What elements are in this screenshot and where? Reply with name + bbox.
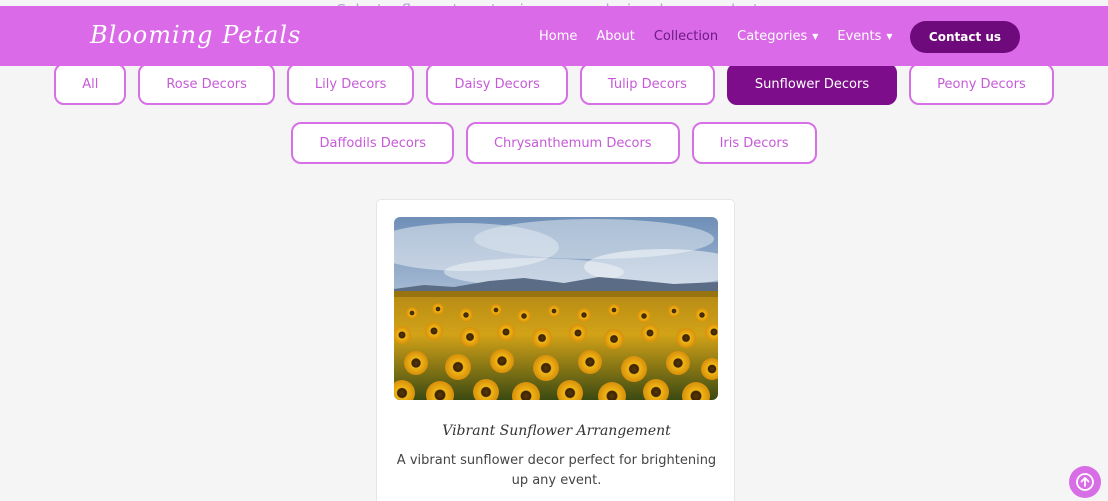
filter-tulip[interactable]: Tulip Decors: [579, 63, 715, 105]
nav-home-label: Home: [539, 28, 578, 44]
sunflower-field-image: [394, 217, 718, 400]
product-description: A vibrant sunflower decor perfect for br…: [396, 453, 717, 488]
nav-events[interactable]: Events ▼: [837, 29, 892, 44]
filter-row-1: All Rose Decors Lily Decors Daisy Decors…: [0, 63, 1108, 105]
filter-iris[interactable]: Iris Decors: [691, 122, 817, 164]
filter-daisy[interactable]: Daisy Decors: [426, 63, 568, 105]
main-nav: Home About Collection Categories ▼ Event…: [539, 6, 912, 66]
filter-all[interactable]: All: [54, 63, 127, 105]
chevron-down-icon: ▼: [812, 31, 819, 41]
scroll-to-top-button[interactable]: [1069, 466, 1101, 498]
filter-chrysanthemum[interactable]: Chrysanthemum Decors: [465, 122, 680, 164]
filter-lily[interactable]: Lily Decors: [286, 63, 415, 105]
arrow-up-circle-icon: [1076, 473, 1094, 491]
nav-collection[interactable]: Collection: [654, 29, 718, 44]
nav-about-label: About: [596, 28, 635, 44]
filter-daffodils[interactable]: Daffodils Decors: [291, 122, 454, 164]
page: Select a flower type to view our exclusi…: [0, 0, 1108, 501]
product-card[interactable]: Vibrant Sunflower Arrangement A vibrant …: [376, 199, 735, 501]
chevron-down-icon: ▼: [886, 31, 893, 41]
contact-us-button[interactable]: Contact us: [910, 21, 1020, 53]
product-title: Vibrant Sunflower Arrangement: [442, 423, 671, 439]
nav-home[interactable]: Home: [539, 29, 577, 44]
nav-categories-label: Categories: [737, 28, 808, 44]
product-image: [394, 217, 718, 400]
nav-categories[interactable]: Categories ▼: [737, 29, 818, 44]
filter-sunflower[interactable]: Sunflower Decors: [726, 63, 898, 105]
site-logo[interactable]: Blooming Petals: [90, 21, 301, 49]
nav-collection-label: Collection: [653, 28, 719, 44]
nav-about[interactable]: About: [596, 29, 634, 44]
filter-peony[interactable]: Peony Decors: [909, 63, 1054, 105]
filter-rose[interactable]: Rose Decors: [138, 63, 275, 105]
site-header: Blooming Petals Home About Collection Ca…: [0, 6, 1108, 66]
nav-events-label: Events: [837, 28, 882, 44]
filter-row-2: Daffodils Decors Chrysanthemum Decors Ir…: [0, 122, 1108, 164]
